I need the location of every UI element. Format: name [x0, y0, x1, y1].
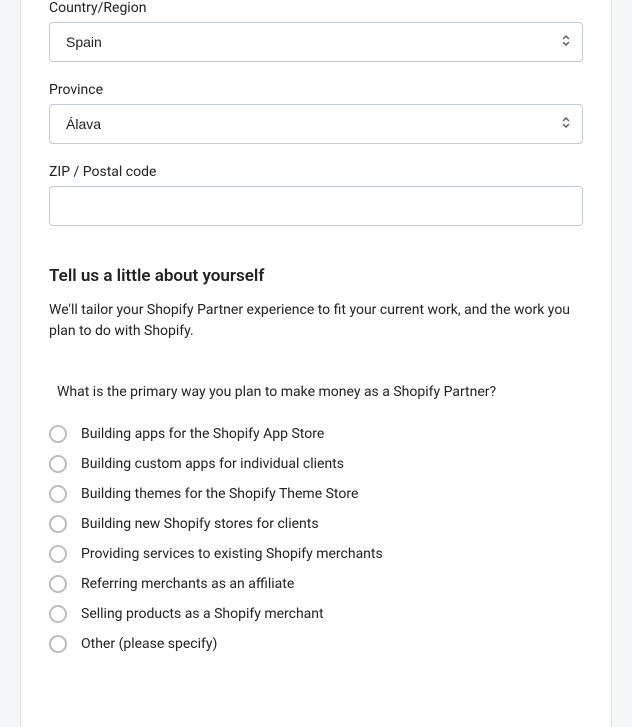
- radio-option-themes[interactable]: Building themes for the Shopify Theme St…: [49, 479, 583, 509]
- radio-label: Building themes for the Shopify Theme St…: [81, 486, 358, 502]
- section-heading: Tell us a little about yourself: [49, 266, 583, 286]
- country-field-group: Country/Region Spain: [49, 0, 583, 62]
- country-select[interactable]: Spain: [49, 22, 583, 62]
- radio-label: Providing services to existing Shopify m…: [81, 546, 383, 562]
- radio-option-services[interactable]: Providing services to existing Shopify m…: [49, 539, 583, 569]
- country-select-wrapper: Spain: [49, 22, 583, 62]
- radio-option-selling[interactable]: Selling products as a Shopify merchant: [49, 599, 583, 629]
- radio-option-affiliate[interactable]: Referring merchants as an affiliate: [49, 569, 583, 599]
- section-description: We'll tailor your Shopify Partner experi…: [49, 300, 583, 342]
- radio-label: Building custom apps for individual clie…: [81, 456, 344, 472]
- radio-input[interactable]: [49, 605, 67, 623]
- radio-label: Building new Shopify stores for clients: [81, 516, 319, 532]
- radio-group: Building apps for the Shopify App Store …: [49, 419, 583, 659]
- province-select[interactable]: Álava: [49, 104, 583, 144]
- country-label: Country/Region: [49, 0, 583, 16]
- zip-label: ZIP / Postal code: [49, 164, 583, 180]
- radio-label: Selling products as a Shopify merchant: [81, 606, 324, 622]
- zip-field-group: ZIP / Postal code: [49, 164, 583, 226]
- radio-option-other[interactable]: Other (please specify): [49, 629, 583, 659]
- radio-input[interactable]: [49, 635, 67, 653]
- radio-label: Building apps for the Shopify App Store: [81, 426, 324, 442]
- radio-input[interactable]: [49, 575, 67, 593]
- province-label: Province: [49, 82, 583, 98]
- question-text: What is the primary way you plan to make…: [49, 382, 583, 403]
- radio-option-apps[interactable]: Building apps for the Shopify App Store: [49, 419, 583, 449]
- radio-input[interactable]: [49, 515, 67, 533]
- radio-input[interactable]: [49, 455, 67, 473]
- radio-option-custom-apps[interactable]: Building custom apps for individual clie…: [49, 449, 583, 479]
- form-container: Country/Region Spain Province Álava: [20, 0, 612, 727]
- radio-option-new-stores[interactable]: Building new Shopify stores for clients: [49, 509, 583, 539]
- radio-label: Other (please specify): [81, 636, 217, 652]
- radio-input[interactable]: [49, 545, 67, 563]
- radio-label: Referring merchants as an affiliate: [81, 576, 294, 592]
- zip-input[interactable]: [49, 186, 583, 226]
- radio-input[interactable]: [49, 425, 67, 443]
- province-field-group: Province Álava: [49, 82, 583, 144]
- province-select-wrapper: Álava: [49, 104, 583, 144]
- radio-input[interactable]: [49, 485, 67, 503]
